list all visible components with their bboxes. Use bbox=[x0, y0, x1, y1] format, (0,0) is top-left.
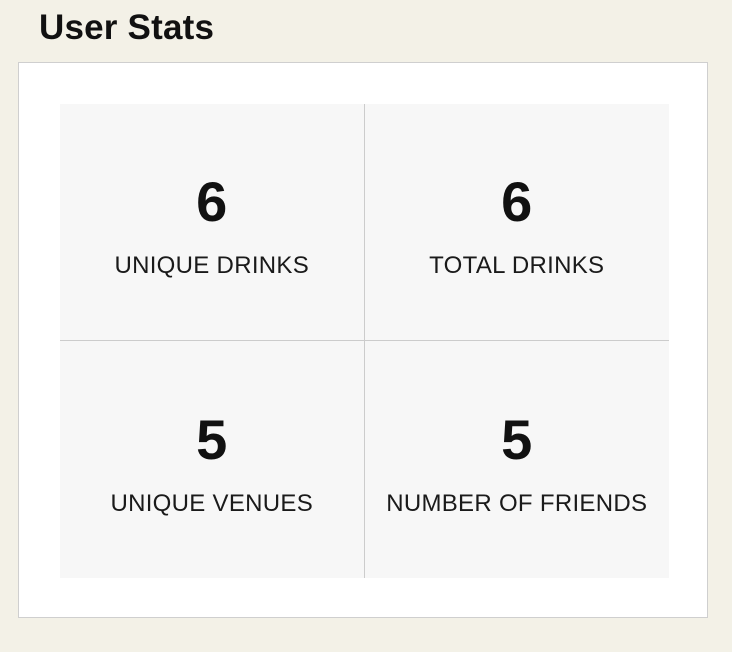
stat-value-number-of-friends: 5 bbox=[501, 407, 533, 471]
stat-value-unique-venues: 5 bbox=[196, 407, 228, 471]
stat-tile-unique-venues: 5 UNIQUE VENUES bbox=[60, 341, 365, 578]
user-stats-card: 6 UNIQUE DRINKS 6 TOTAL DRINKS 5 UNIQUE … bbox=[18, 62, 708, 618]
stat-tile-total-drinks: 6 TOTAL DRINKS bbox=[364, 104, 669, 341]
stat-tile-unique-drinks: 6 UNIQUE DRINKS bbox=[60, 104, 365, 341]
stat-label-unique-venues: UNIQUE VENUES bbox=[110, 489, 314, 517]
stat-value-unique-drinks: 6 bbox=[196, 170, 228, 233]
stat-tile-number-of-friends: 5 NUMBER OF FRIENDS bbox=[364, 341, 669, 578]
stat-label-unique-drinks: UNIQUE DRINKS bbox=[114, 252, 310, 279]
stats-grid: 6 UNIQUE DRINKS 6 TOTAL DRINKS 5 UNIQUE … bbox=[60, 104, 669, 578]
stat-label-total-drinks: TOTAL DRINKS bbox=[429, 252, 605, 279]
section-title: User Stats bbox=[39, 8, 215, 47]
stat-label-number-of-friends: NUMBER OF FRIENDS bbox=[386, 489, 648, 517]
stat-value-total-drinks: 6 bbox=[501, 170, 533, 233]
